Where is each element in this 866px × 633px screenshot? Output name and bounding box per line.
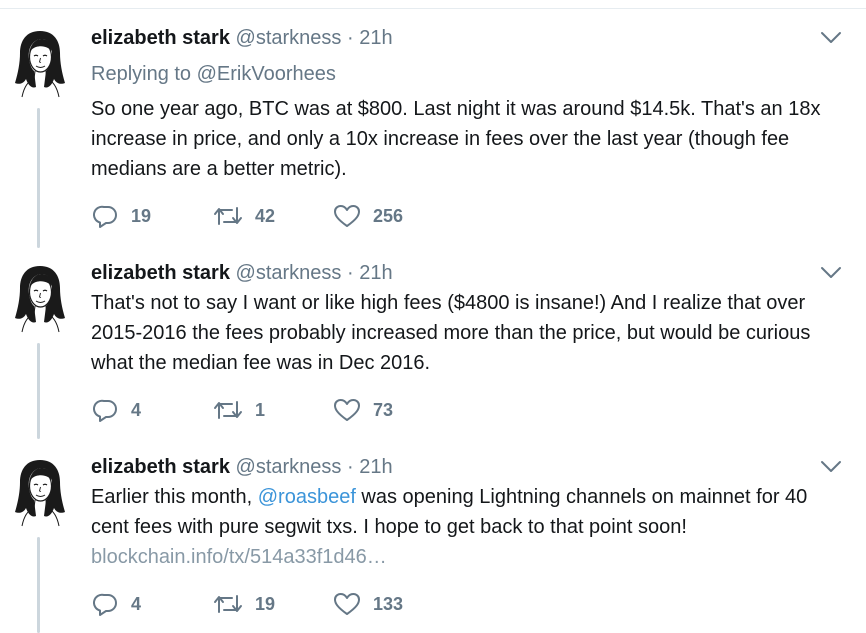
heart-icon <box>334 205 360 227</box>
chevron-down-icon[interactable] <box>819 265 843 281</box>
tweet[interactable]: elizabeth stark @starkness · 21h That's … <box>0 261 866 439</box>
separator-dot: · <box>346 262 354 284</box>
mention-link[interactable]: @roasbeef <box>258 486 356 508</box>
author-handle[interactable]: @starkness <box>236 262 342 284</box>
replying-mention[interactable]: @ErikVoorhees <box>197 63 336 85</box>
chevron-down-icon[interactable] <box>819 30 843 46</box>
retweet-button[interactable]: 42 <box>213 202 275 230</box>
reply-count: 4 <box>131 399 142 420</box>
tweet-text: That's not to say I want or like high fe… <box>91 292 811 374</box>
text-segment: Earlier this month, <box>91 486 258 508</box>
tweet-header: elizabeth stark @starkness · 21h <box>91 26 393 50</box>
reply-button[interactable]: 19 <box>93 202 151 230</box>
reply-icon <box>93 399 117 422</box>
chevron-down-icon[interactable] <box>819 459 843 475</box>
separator-dot: · <box>346 456 354 478</box>
reply-button[interactable]: 4 <box>93 396 141 424</box>
retweet-icon <box>214 595 242 613</box>
avatar-image <box>15 31 65 98</box>
retweet-button[interactable]: 19 <box>213 590 275 618</box>
retweet-button[interactable]: 1 <box>213 396 265 424</box>
reply-icon <box>93 593 117 616</box>
replying-prefix: Replying to <box>91 63 192 85</box>
like-button[interactable]: 133 <box>333 590 403 618</box>
tweet[interactable]: elizabeth stark @starkness · 21h Replyin… <box>0 26 866 248</box>
author-name[interactable]: elizabeth stark <box>91 262 230 284</box>
timestamp[interactable]: 21h <box>359 27 392 49</box>
author-name[interactable]: elizabeth stark <box>91 27 230 49</box>
avatar-image <box>15 266 65 333</box>
avatar[interactable] <box>12 27 68 99</box>
replying-to: Replying to @ErikVoorhees <box>91 62 336 86</box>
avatar[interactable] <box>12 262 68 334</box>
timestamp[interactable]: 21h <box>359 262 392 284</box>
thread-line <box>37 108 40 248</box>
avatar-image <box>15 460 65 527</box>
retweet-count: 19 <box>255 593 276 614</box>
separator-dot: · <box>346 27 354 49</box>
retweet-icon <box>214 207 242 225</box>
tweet[interactable]: elizabeth stark @starkness · 21h Earlier… <box>0 455 866 633</box>
retweet-count: 1 <box>255 399 266 420</box>
retweet-count: 42 <box>255 205 276 226</box>
avatar[interactable] <box>12 456 68 528</box>
thread-line <box>37 537 40 633</box>
timestamp[interactable]: 21h <box>359 456 392 478</box>
author-name[interactable]: elizabeth stark <box>91 456 230 478</box>
like-count: 133 <box>373 593 404 614</box>
thread-line <box>37 343 40 439</box>
url-link[interactable]: blockchain.info/tx/514a33f1d46… <box>91 542 841 572</box>
heart-icon <box>334 593 360 615</box>
reply-icon <box>93 205 117 228</box>
tweet-text: Earlier this month, @roasbeef was openin… <box>91 482 841 572</box>
like-count: 73 <box>373 399 394 420</box>
reply-count: 4 <box>131 593 142 614</box>
tweet-text: So one year ago, BTC was at $800. Last n… <box>91 98 821 180</box>
author-handle[interactable]: @starkness <box>236 456 342 478</box>
tweet-header: elizabeth stark @starkness · 21h <box>91 261 393 285</box>
author-handle[interactable]: @starkness <box>236 27 342 49</box>
retweet-icon <box>214 401 242 419</box>
like-count: 256 <box>373 205 404 226</box>
top-divider <box>0 8 866 9</box>
like-button[interactable]: 256 <box>333 202 403 230</box>
reply-button[interactable]: 4 <box>93 590 141 618</box>
reply-count: 19 <box>131 205 152 226</box>
tweet-header: elizabeth stark @starkness · 21h <box>91 455 393 479</box>
like-button[interactable]: 73 <box>333 396 393 424</box>
heart-icon <box>334 399 360 421</box>
